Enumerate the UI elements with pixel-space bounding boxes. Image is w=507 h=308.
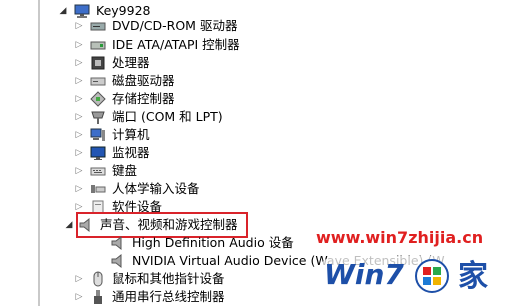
tree-item-label: DVD/CD-ROM 驱动器 — [112, 18, 238, 33]
tree-item-usb[interactable]: ▷ 通用串行总线控制器 — [74, 286, 225, 308]
tree-item-label: 人体学输入设备 — [112, 181, 200, 196]
tree-item-label: IDE ATA/ATAPI 控制器 — [112, 37, 240, 52]
watermark-logo: Win7 家 — [318, 256, 504, 294]
collapse-arrow-icon[interactable]: ◢ — [64, 220, 74, 230]
tree-item-label: 计算机 — [112, 127, 150, 142]
hid-icon — [90, 181, 106, 197]
tree-item-label: High Definition Audio 设备 — [132, 235, 294, 250]
usb-icon — [90, 289, 106, 305]
expand-arrow-icon[interactable]: ▷ — [74, 58, 84, 68]
expand-arrow-icon[interactable]: ▷ — [74, 76, 84, 86]
mouse-icon — [90, 271, 106, 287]
sound-video-icon — [78, 217, 94, 233]
ide-controller-icon — [90, 37, 106, 53]
expand-arrow-icon[interactable]: ▷ — [74, 148, 84, 158]
audio-device-icon — [110, 253, 126, 269]
port-icon — [90, 109, 106, 125]
watermark-url: www.win7zhijia.cn — [316, 228, 484, 247]
dvd-drive-icon — [90, 18, 106, 34]
tree-item-label: 键盘 — [112, 163, 138, 178]
tree-item-label: 端口 (COM 和 LPT) — [112, 109, 223, 124]
computer-icon — [90, 127, 106, 143]
svg-text:Win7: Win7 — [324, 258, 404, 291]
tree-item-label: 存储控制器 — [112, 91, 175, 106]
tree-item-label: 监视器 — [112, 145, 150, 160]
expand-arrow-icon[interactable]: ▷ — [74, 94, 84, 104]
expand-arrow-icon[interactable]: ▷ — [74, 184, 84, 194]
expand-arrow-icon[interactable]: ▷ — [74, 274, 84, 284]
svg-text:家: 家 — [458, 259, 488, 294]
expand-arrow-icon[interactable]: ▷ — [74, 112, 84, 122]
tree-item-label: 通用串行总线控制器 — [112, 289, 225, 304]
collapse-arrow-icon[interactable]: ◢ — [58, 6, 68, 16]
audio-device-icon — [110, 235, 126, 251]
expand-arrow-icon[interactable]: ▷ — [74, 21, 84, 31]
tree-item-label: 鼠标和其他指针设备 — [112, 271, 225, 286]
expand-arrow-icon[interactable]: ▷ — [74, 130, 84, 140]
disk-drive-icon — [90, 73, 106, 89]
keyboard-icon — [90, 163, 106, 179]
tree-item-label: 声音、视频和游戏控制器 — [100, 217, 238, 232]
expand-arrow-icon[interactable]: ▷ — [74, 40, 84, 50]
tree-item-label: 磁盘驱动器 — [112, 73, 175, 88]
expand-arrow-icon[interactable]: ▷ — [74, 292, 84, 302]
processor-icon — [90, 55, 106, 71]
tree-item-label: 处理器 — [112, 55, 150, 70]
expand-arrow-icon[interactable]: ▷ — [74, 166, 84, 176]
monitor-icon — [90, 145, 106, 161]
expand-arrow-icon[interactable]: ▷ — [74, 202, 84, 212]
storage-controller-icon — [90, 91, 106, 107]
tree-left-border — [38, 0, 40, 306]
